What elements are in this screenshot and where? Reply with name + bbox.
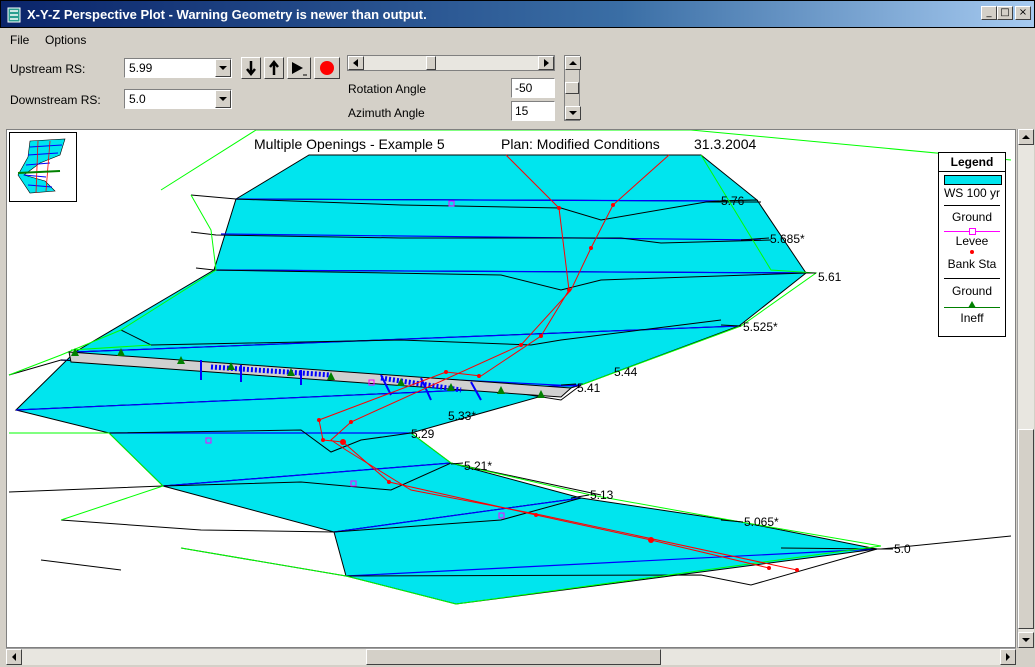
app-icon: [7, 7, 21, 23]
rs-label: 5.33*: [448, 409, 476, 423]
legend-item-ground: Ground: [951, 210, 993, 224]
scroll-down-button[interactable]: [1018, 632, 1034, 648]
legend-swatch-ws: [944, 175, 1002, 185]
rotation-angle-input[interactable]: -50: [511, 78, 555, 98]
move-up-button[interactable]: [264, 57, 284, 79]
water-panel: [234, 154, 759, 202]
rs-label: 5.44: [614, 365, 638, 379]
legend-swatch-ground-2: [944, 278, 1000, 279]
rs-label: 5.21*: [464, 459, 492, 473]
chevron-down-icon[interactable]: [215, 90, 231, 108]
perspective-plot: 5.76 5.685* 5.61 5.525* 5.44 5.41 5.33* …: [8, 130, 1012, 605]
plot-date: 31.3.2004: [694, 136, 757, 152]
rs-label: 5.13: [590, 488, 614, 502]
minimize-icon: _: [986, 7, 992, 18]
spinner-thumb[interactable]: [565, 82, 579, 94]
plot-area[interactable]: 5.76 5.685* 5.61 5.525* 5.44 5.41 5.33* …: [6, 129, 1016, 648]
spinner-down-button[interactable]: [565, 106, 581, 120]
legend-item-ws: WS 100 yr: [943, 186, 1000, 200]
legend-swatch-ground: [944, 205, 1000, 206]
rs-label: 5.61: [818, 270, 842, 284]
record-icon: [320, 61, 334, 75]
plot-plan: Plan: Modified Conditions: [501, 136, 660, 152]
menu-file[interactable]: File: [10, 33, 29, 47]
arrow-left-icon: [12, 653, 16, 661]
rs-label: 5.29: [411, 427, 435, 441]
bank-marker-icon: [970, 250, 974, 254]
rs-label: 5.41: [577, 381, 601, 395]
arrow-down-icon: [246, 61, 256, 77]
arrow-down-icon: [1022, 638, 1030, 642]
upstream-rs-value: 5.99: [129, 61, 153, 75]
upstream-rs-label: Upstream RS:: [10, 62, 86, 76]
legend-title: Legend: [950, 155, 994, 169]
menu-options[interactable]: Options: [45, 33, 86, 47]
overview-thumbnail[interactable]: [9, 132, 77, 202]
vertical-scroll-thumb[interactable]: [1018, 429, 1034, 629]
ineff-marker-icon: [968, 301, 976, 308]
arrow-right-icon: [544, 59, 549, 67]
upstream-rs-select[interactable]: 5.99: [124, 58, 232, 78]
close-icon: ×: [1018, 7, 1028, 18]
chevron-down-icon[interactable]: [215, 59, 231, 77]
arrow-left-icon: [353, 59, 358, 67]
downstream-rs-label: Downstream RS:: [10, 93, 101, 107]
minimize-button[interactable]: _: [981, 6, 997, 20]
arrow-up-icon: [569, 61, 577, 65]
rs-label: 5.685*: [770, 232, 805, 246]
spinner-up-button[interactable]: [565, 56, 581, 70]
azimuth-angle-input[interactable]: 15: [511, 101, 555, 121]
legend-item-bank-sta: Bank Sta: [947, 257, 997, 271]
close-button[interactable]: ×: [1015, 6, 1031, 20]
play-icon: [292, 62, 307, 76]
legend: Legend WS 100 yr Ground Levee Bank Sta G…: [938, 152, 1006, 337]
vertical-scrollbar[interactable]: [1017, 129, 1034, 648]
rotation-slider[interactable]: [347, 55, 555, 71]
rs-label: 5.065*: [744, 515, 779, 529]
rs-label: 5.0: [894, 542, 911, 556]
scroll-up-button[interactable]: [1018, 129, 1034, 145]
plot-title: Multiple Openings - Example 5: [254, 136, 445, 152]
legend-item-levee: Levee: [955, 234, 989, 248]
rs-label: 5.76: [721, 194, 745, 208]
legend-item-ground-2: Ground: [951, 284, 993, 298]
slider-right-button[interactable]: [538, 56, 554, 70]
arrow-down-icon: [569, 111, 577, 115]
scroll-left-button[interactable]: [6, 649, 22, 665]
window-title: X-Y-Z Perspective Plot - Warning Geometr…: [27, 7, 427, 22]
downstream-rs-select[interactable]: 5.0: [124, 89, 232, 109]
downstream-rs-value: 5.0: [129, 92, 146, 106]
azimuth-spinner[interactable]: [564, 55, 581, 121]
record-button[interactable]: [314, 57, 340, 79]
move-down-button[interactable]: [241, 57, 261, 79]
arrow-up-icon: [1022, 135, 1030, 139]
slider-thumb[interactable]: [426, 56, 436, 70]
arrow-right-icon: [1006, 653, 1010, 661]
horizontal-scrollbar[interactable]: [6, 648, 1016, 665]
legend-item-ineff: Ineff: [960, 311, 984, 325]
arrow-up-icon: [269, 59, 279, 75]
rs-label: 5.525*: [743, 320, 778, 334]
overview-map-icon: [17, 138, 66, 194]
menu-bar: File Options: [0, 29, 1035, 51]
maximize-icon: □: [1000, 7, 1010, 18]
play-animation-button[interactable]: [287, 57, 311, 79]
slider-left-button[interactable]: [348, 56, 364, 70]
title-bar[interactable]: X-Y-Z Perspective Plot - Warning Geometr…: [0, 0, 1035, 28]
perspective-plot-window: X-Y-Z Perspective Plot - Warning Geometr…: [0, 0, 1035, 666]
maximize-button[interactable]: □: [997, 6, 1013, 20]
rotation-angle-label: Rotation Angle: [348, 82, 427, 96]
azimuth-angle-label: Azimuth Angle: [348, 106, 425, 120]
scroll-right-button[interactable]: [1000, 649, 1016, 665]
horizontal-scroll-thumb[interactable]: [366, 649, 661, 665]
